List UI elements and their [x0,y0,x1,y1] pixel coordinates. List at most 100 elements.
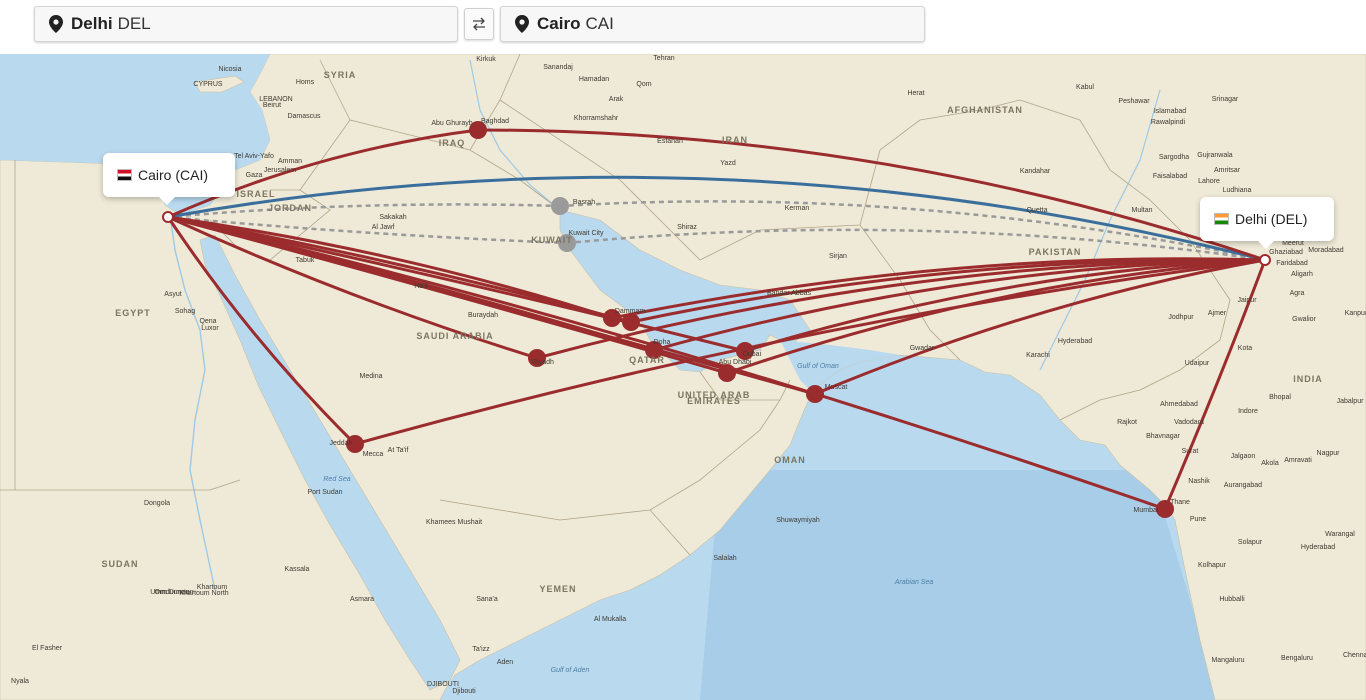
map-label: Arak [609,96,624,103]
map-label: Amritsar [1214,167,1241,174]
map-label: Asmara [350,596,374,603]
map-label: Shuwaymiyah [776,517,820,524]
map-canvas: SYRIA IRAQ IRAN AFGHANISTAN PAKISTAN EGYPT SAU… [0,54,1366,700]
swap-arrows-icon [473,17,485,31]
map-label: Nagpur [1317,450,1341,457]
map-label: Arabian Sea [894,579,934,586]
map-label: Hyderabad [1058,338,1092,345]
map-label: Kanpur [1345,310,1366,317]
map-label: Karachi [1026,352,1050,359]
map-label: Kuwait City [568,230,604,237]
map-label: LEBANON [259,96,292,103]
map-label: Doha [654,339,671,346]
map-label: Tel Aviv-Yafo [234,153,274,160]
origin-city: Delhi [71,14,113,33]
map-label: Dammam [615,308,646,315]
map-label: Ha'il [414,283,428,290]
map-label: Multan [1131,207,1152,214]
map-label: Kabul [1076,84,1094,91]
map-label: SUDAN [101,559,138,569]
map-label: Sohag [175,308,195,315]
map-label: Amman [278,158,302,165]
map-label: Ludhiana [1223,187,1252,194]
delhi-callout[interactable]: Delhi (DEL) [1200,197,1334,249]
delhi-endpoint[interactable] [1259,254,1271,266]
map-label: Hyderabad [1301,544,1335,551]
map-label: Aurangabad [1224,482,1262,489]
map-label: YEMEN [539,584,576,594]
map-label: KUWAIT [531,235,573,245]
destination-code: CAI [585,14,614,33]
map-label: El Fasher [32,645,63,652]
destination-field[interactable]: Cairo CAI [500,6,925,42]
map-label: Ahmedabad [1160,401,1198,408]
map-label: Sana'a [476,596,498,603]
map-label: Ajmer [1208,310,1227,317]
map-label: Kassala [285,566,310,573]
map-label: Nicosia [219,66,242,73]
map-label: Peshawar [1118,98,1150,105]
map-label: Kandahar [1020,168,1051,175]
map-label: Sakakah [379,214,406,221]
map-label: EMIRATES [687,396,741,406]
map-label: Kirkuk [476,56,496,63]
map-label: Gwadar [910,345,935,352]
map-label: Yazd [720,160,736,167]
map-label: Baghdad [481,118,509,125]
map-label: Luxor [201,325,219,332]
map-label: Nyala [11,678,29,685]
map-label: Ta'izz [472,646,490,653]
route-map[interactable]: SYRIA IRAQ IRAN AFGHANISTAN PAKISTAN EGYPT SAU… [0,54,1366,700]
egypt-flag-icon [117,169,132,181]
map-label: Lahore [1198,178,1220,185]
swap-button[interactable] [464,8,494,40]
map-label: Chennai [1343,652,1366,659]
map-label: Esfahan [657,138,683,145]
map-label: Jerusalem [264,167,296,174]
map-label: Beirut [263,102,281,109]
map-label: EGYPT [115,308,151,318]
map-label: Kolhapur [1198,562,1227,569]
map-label: ISRAEL [236,189,275,199]
map-label: Muscat [825,384,848,391]
map-label: Solapur [1238,539,1263,546]
cairo-callout[interactable]: Cairo (CAI) [103,153,235,205]
map-label: Herat [907,90,924,97]
map-label: Abu Ghurayb [431,120,472,127]
map-label: SAUDI ARABIA [416,331,493,341]
map-label: DJIBOUTI [427,681,459,688]
map-label: Mangaluru [1211,657,1244,664]
map-label: SYRIA [324,70,357,80]
map-label: AFGHANISTAN [947,105,1023,115]
map-label: OMAN [774,455,806,465]
map-label: Mecca [363,451,384,458]
map-label: Red Sea [323,476,350,483]
stop-basrah[interactable] [551,197,569,215]
map-label: Rawalpindi [1151,119,1186,126]
map-label: Faridabad [1276,260,1308,267]
stop-bahrain[interactable] [622,313,640,331]
map-label: Srinagar [1212,96,1239,103]
map-label: Dubai [743,351,762,358]
map-label: Medina [360,373,383,380]
origin-field[interactable]: Delhi DEL [34,6,458,42]
map-label: Qena [199,318,216,325]
map-label: Sirjan [829,253,847,260]
map-label: Aligarh [1291,271,1313,278]
stop-muscat[interactable] [806,385,824,403]
map-label: At Ta'if [388,447,409,454]
india-flag-icon [1214,213,1229,225]
map-label: Kerman [785,205,810,212]
map-label: Rajkot [1117,419,1137,426]
map-label: Quetta [1026,207,1047,214]
map-label: PAKISTAN [1029,247,1082,257]
map-label: Abu Dhabi [719,359,752,366]
map-label: Indore [1238,408,1258,415]
map-label: Shiraz [677,224,697,231]
stop-abu-dhabi[interactable] [718,364,736,382]
map-label: Thane [1170,499,1190,506]
map-label: QATAR [629,355,665,365]
destination-city: Cairo [537,14,581,33]
cairo-endpoint[interactable] [162,211,174,223]
map-label: Pune [1190,516,1206,523]
